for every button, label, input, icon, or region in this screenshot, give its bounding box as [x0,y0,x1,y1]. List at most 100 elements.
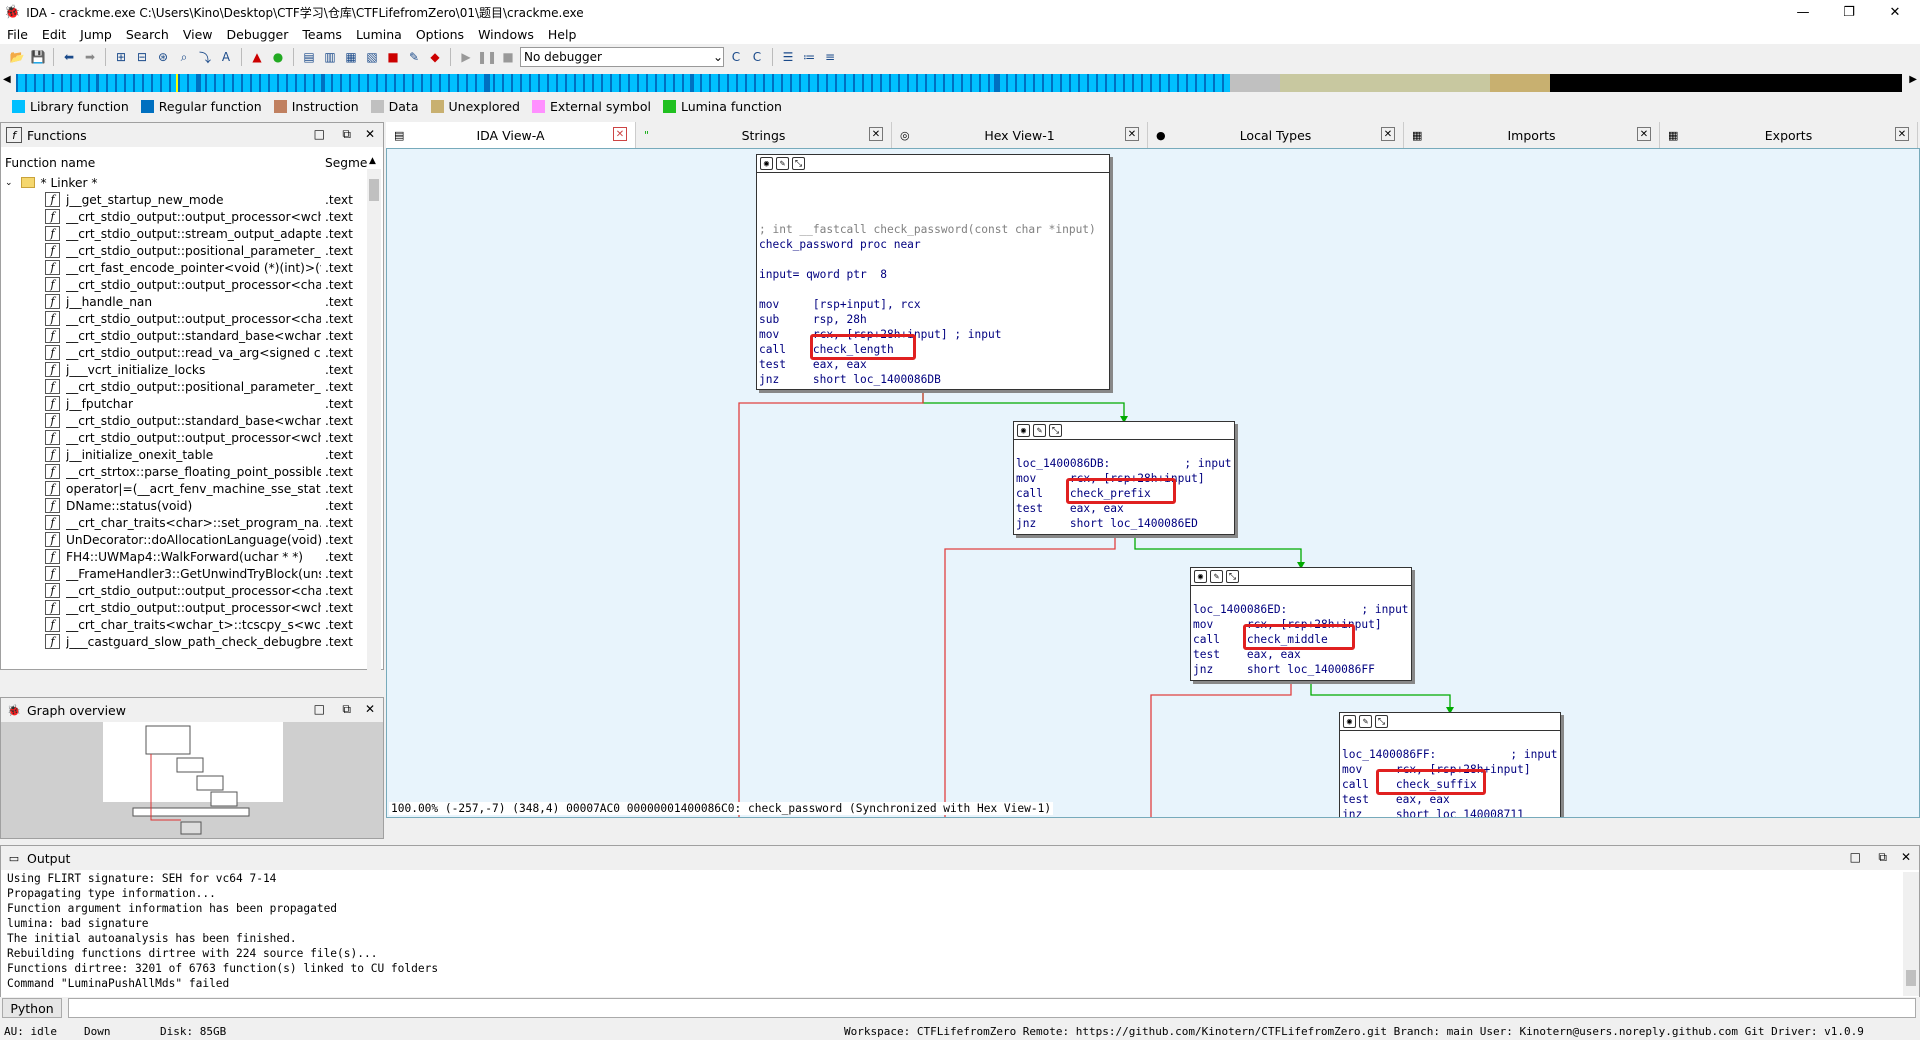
menu-search[interactable]: Search [119,27,176,42]
color-icon[interactable]: ◉ [760,157,773,170]
proximity-icon[interactable]: ⊛ [154,48,172,66]
output-scrollbar[interactable] [1903,872,1919,996]
color-icon[interactable]: ◉ [1017,424,1030,437]
function-row[interactable]: f __crt_stdio_output::standard_base<wchar… [1,327,381,344]
patch-icon[interactable]: ✎ [405,48,423,66]
list-icon[interactable]: ☰ [779,48,797,66]
pause-icon[interactable]: ❚❚ [477,48,497,66]
vertical-scrollbar[interactable] [367,169,381,775]
menu-debugger[interactable]: Debugger [220,27,296,42]
open-icon[interactable]: 📂 [8,48,26,66]
tab-imports[interactable]: ▦ Imports ✕ [1404,122,1660,148]
function-row[interactable]: f __crt_stdio_output::output_processor<ch… [1,276,381,293]
color-icon[interactable]: ◉ [1194,570,1207,583]
terminate-icon[interactable]: ■ [499,48,517,66]
tab-ida-view-a[interactable]: ▤ IDA View-A ✕ [386,122,636,148]
function-row[interactable]: f j__handle_nan .text [1,293,381,310]
function-row[interactable]: f __crt_stdio_output::positional_paramete… [1,242,381,259]
column-segment[interactable]: Segme [325,156,367,170]
column-function-name[interactable]: Function name [5,156,95,170]
stop-icon[interactable]: ◆ [426,48,444,66]
navigation-band[interactable]: ◀ ▶ [0,72,1920,94]
function-row[interactable]: f __FrameHandler3::GetUnwindTryBlock(uns.… [1,565,381,582]
graph-icon[interactable]: ⊞ [112,48,130,66]
struct-icon[interactable]: ▦ [342,48,360,66]
rename-icon[interactable]: ✎ [1210,570,1223,583]
close-tab-icon[interactable]: ✕ [613,127,627,141]
scrollbar-thumb[interactable] [1906,970,1916,986]
function-row[interactable]: f __crt_fast_encode_pointer<void (*)(int)… [1,259,381,276]
function-row[interactable]: f operator|=(__acrt_fenv_machine_sse_stat… [1,480,381,497]
back-icon[interactable]: ⬅ [60,48,78,66]
text-view-icon[interactable]: ⊟ [133,48,151,66]
close-tab-icon[interactable]: ✕ [1381,127,1395,141]
function-row[interactable]: f j___castguard_slow_path_check_debugbre.… [1,633,381,650]
menu-edit[interactable]: Edit [35,27,73,42]
menu-teams[interactable]: Teams [295,27,349,42]
function-row[interactable]: f j__get_startup_new_mode .text [1,191,381,208]
function-row[interactable]: f j__fputchar .text [1,395,381,412]
function-row[interactable]: f __crt_stdio_output::stream_output_adapt… [1,225,381,242]
float-icon[interactable]: ⧉ [342,702,351,717]
function-row[interactable]: f __crt_char_traits<char>::set_program_na… [1,514,381,531]
close-icon[interactable]: ✕ [365,702,375,716]
maximize-icon[interactable]: □ [1850,850,1861,864]
function-row[interactable]: f FH4::UWMap4::WalkForward(uchar * *) .tex… [1,548,381,565]
rename-icon[interactable]: ✎ [1359,715,1372,728]
lumina-icon[interactable]: ● [269,48,287,66]
graph-node-1400086ff[interactable]: ◉ ✎ ⤡ loc_1400086FF: ; input mov rcx, [r… [1339,712,1561,817]
tab-exports[interactable]: ▦ Exports ✕ [1660,122,1918,148]
code-icon[interactable]: ▤ [300,48,318,66]
breakpoint-icon[interactable]: ■ [384,48,402,66]
close-tab-icon[interactable]: ✕ [1895,127,1909,141]
menu-help[interactable]: Help [541,27,584,42]
color-icon[interactable]: ◉ [1343,715,1356,728]
warning-icon[interactable]: ▲ [248,48,266,66]
menu-options[interactable]: Options [409,27,471,42]
outline-icon[interactable]: ≔ [800,48,818,66]
run-icon[interactable]: ▶ [457,48,475,66]
close-tab-icon[interactable]: ✕ [1637,127,1651,141]
float-icon[interactable]: ⧉ [342,127,351,142]
nav-left-icon[interactable]: ◀ [3,74,11,85]
minimize-button[interactable]: — [1780,0,1826,24]
rename-icon[interactable]: ✎ [1033,424,1046,437]
close-icon[interactable]: ✕ [365,127,375,141]
graph-node-1400086ed[interactable]: ◉ ✎ ⤡ loc_1400086ED: ; input mov rcx, [r… [1190,567,1412,681]
graph-view[interactable]: ◉ ✎ ⤡ ; int __fastcall check_password(co… [386,148,1920,818]
text-icon[interactable]: A [217,48,235,66]
tab-strings[interactable]: " Strings ✕ [636,122,892,148]
rename-icon[interactable]: ✎ [776,157,789,170]
graph-node-check-password[interactable]: ◉ ✎ ⤡ ; int __fastcall check_password(co… [756,154,1110,390]
function-row[interactable]: f __crt_stdio_output::output_processor<wc… [1,429,381,446]
function-row[interactable]: f __crt_stdio_output::output_processor<wc… [1,599,381,616]
menu-lumina[interactable]: Lumina [349,27,409,42]
hex-icon[interactable]: C [727,48,745,66]
function-row[interactable]: f __crt_stdio_output::output_processor<wc… [1,208,381,225]
nav-right-icon[interactable]: ▶ [1909,74,1917,85]
function-row[interactable]: f __crt_stdio_output::standard_base<wchar… [1,412,381,429]
collapse-icon[interactable]: ⤡ [1375,715,1388,728]
function-row[interactable]: f __crt_stdio_output::read_va_arg<signed … [1,344,381,361]
scrollbar-thumb[interactable] [369,179,379,201]
tab-local-types[interactable]: ● Local Types ✕ [1148,122,1404,148]
collapse-icon[interactable]: ⤡ [1049,424,1062,437]
python-language-button[interactable]: Python [2,998,62,1018]
navigation-strip[interactable] [16,74,1902,92]
collapse-icon[interactable]: ⤡ [792,157,805,170]
collapse-icon[interactable]: ⤡ [1226,570,1239,583]
close-icon[interactable]: ✕ [1901,850,1911,864]
indent-icon[interactable]: ≡ [821,48,839,66]
enum-icon[interactable]: ▧ [363,48,381,66]
close-tab-icon[interactable]: ✕ [869,127,883,141]
close-tab-icon[interactable]: ✕ [1125,127,1139,141]
float-icon[interactable]: ⧉ [1878,850,1887,865]
graph-node-1400086db[interactable]: ◉ ✎ ⤡ loc_1400086DB: ; input mov rcx, [r… [1013,421,1235,535]
restore-button[interactable]: ❐ [1826,0,1872,24]
function-row[interactable]: f DName::status(void) .text [1,497,381,514]
jump-icon[interactable]: ⤵ [196,48,214,66]
close-button[interactable]: ✕ [1872,0,1918,24]
output-log[interactable]: Using FLIRT signature: SEH for vc64 7-14… [1,872,1905,1002]
save-icon[interactable]: 💾 [29,48,47,66]
overview-canvas[interactable] [1,722,383,838]
